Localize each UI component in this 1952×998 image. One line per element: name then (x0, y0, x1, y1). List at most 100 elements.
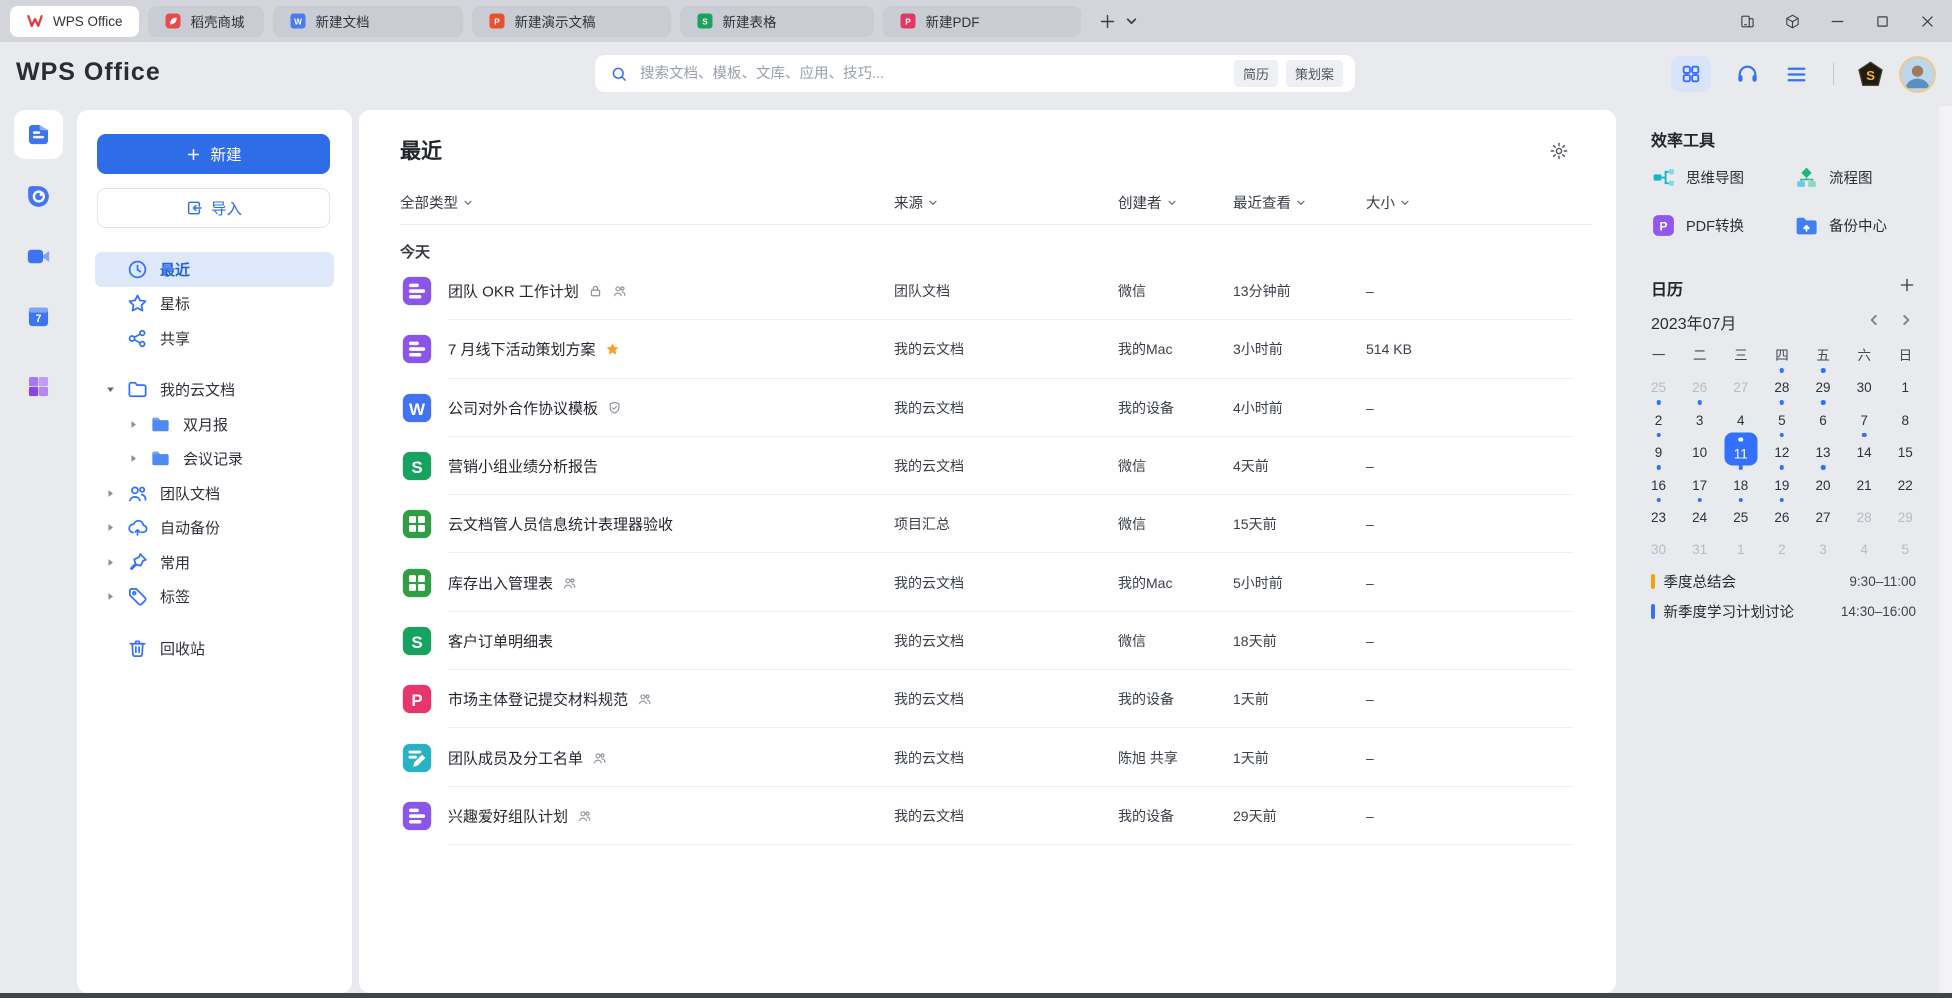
calendar-day[interactable]: 22 (1885, 464, 1926, 496)
filter-0[interactable]: 全部类型 (400, 192, 473, 213)
calendar-day[interactable]: 26 (1761, 497, 1802, 529)
calendar-day[interactable]: 8 (1885, 399, 1926, 431)
calendar-day[interactable]: 9 (1638, 432, 1679, 464)
file-row[interactable]: 团队成员及分工名单我的云文档陈旭 共享1天前– (359, 728, 1616, 786)
filter-4[interactable]: 大小 (1366, 192, 1410, 213)
tree-right-arrow-icon[interactable] (101, 592, 126, 601)
file-row[interactable]: 兴趣爱好组队计划我的云文档我的设备29天前– (359, 787, 1616, 845)
sidebar-item-folder[interactable]: 双月报 (95, 407, 334, 442)
calendar-day-selected[interactable]: 11 (1720, 432, 1761, 464)
calendar-day[interactable]: 5 (1761, 399, 1802, 431)
sidebar-item-folder-open[interactable]: 我的云文档 (95, 373, 334, 408)
file-row[interactable]: S客户订单明细表我的云文档微信18天前– (359, 612, 1616, 670)
global-search-bar[interactable]: 简历策划案 (595, 55, 1355, 92)
calendar-day[interactable]: 31 (1679, 529, 1720, 561)
file-row[interactable]: S营销小组业绩分析报告我的云文档微信4天前– (359, 437, 1616, 495)
tab-home[interactable]: WPS Office (10, 6, 139, 37)
sidebar-item-folder[interactable]: 会议记录 (95, 442, 334, 477)
calendar-day[interactable]: 15 (1885, 432, 1926, 464)
file-row[interactable]: 7 月线下活动策划方案我的云文档我的Mac3小时前514 KB (359, 320, 1616, 378)
calendar-day[interactable]: 25 (1720, 497, 1761, 529)
calendar-next-button[interactable] (1899, 313, 1913, 327)
sidebar-item-clock[interactable]: 最近 (95, 252, 334, 287)
calendar-day[interactable]: 13 (1803, 432, 1844, 464)
sidebar-item-team[interactable]: 团队文档 (95, 476, 334, 511)
file-row[interactable]: 库存出入管理表我的云文档我的Mac5小时前– (359, 553, 1616, 611)
rail-apps-icon[interactable] (14, 362, 63, 411)
cube-window-button[interactable] (1784, 13, 1801, 30)
tree-right-arrow-icon[interactable] (124, 454, 149, 463)
scrollbar-track[interactable] (1939, 106, 1952, 993)
search-chip[interactable]: 简历 (1234, 60, 1278, 87)
file-row[interactable]: 云文档管人员信息统计表理器验收项目汇总微信15天前– (359, 495, 1616, 553)
tab-document-4[interactable]: S新建表格 (680, 6, 874, 37)
calendar-day[interactable]: 2 (1638, 399, 1679, 431)
calendar-day[interactable]: 28 (1844, 497, 1885, 529)
member-svip-badge[interactable]: S (1856, 60, 1885, 89)
tab-list-chevron-down-icon[interactable] (1125, 15, 1138, 28)
calendar-day[interactable]: 3 (1679, 399, 1720, 431)
sidebar-item-share[interactable]: 共享 (95, 321, 334, 356)
filter-3[interactable]: 最近查看 (1233, 192, 1306, 213)
tree-right-arrow-icon[interactable] (101, 489, 126, 498)
calendar-day[interactable]: 26 (1679, 367, 1720, 399)
file-row[interactable]: P市场主体登记提交材料规范我的云文档我的设备1天前– (359, 670, 1616, 728)
sidebar-item-trash[interactable]: 回收站 (95, 631, 334, 666)
sidebar-item-tag[interactable]: 标签 (95, 580, 334, 615)
tree-right-arrow-icon[interactable] (124, 420, 149, 429)
calendar-day[interactable]: 27 (1803, 497, 1844, 529)
calendar-day[interactable]: 10 (1679, 432, 1720, 464)
list-settings-gear-icon[interactable] (1549, 141, 1569, 161)
sidebar-item-pin[interactable]: 常用 (95, 545, 334, 580)
calendar-day[interactable]: 30 (1638, 529, 1679, 561)
sidebar-item-star[interactable]: 星标 (95, 287, 334, 322)
rail-docs-icon[interactable] (14, 110, 63, 159)
tool-mindmap[interactable]: 思维导图 (1651, 163, 1744, 191)
calendar-day[interactable]: 29 (1885, 497, 1926, 529)
file-row[interactable]: 团队 OKR 工作计划团队文档微信13分钟前– (359, 262, 1616, 320)
calendar-day[interactable]: 4 (1720, 399, 1761, 431)
rail-meeting-icon[interactable] (14, 232, 63, 281)
calendar-day[interactable]: 24 (1679, 497, 1720, 529)
calendar-day[interactable]: 25 (1638, 367, 1679, 399)
new-tab-button[interactable] (1098, 12, 1117, 31)
tab-document-2[interactable]: W新建文档 (273, 6, 463, 37)
calendar-day[interactable]: 4 (1844, 529, 1885, 561)
calendar-day[interactable]: 21 (1844, 464, 1885, 496)
calendar-day[interactable]: 18 (1720, 464, 1761, 496)
rail-chat-icon[interactable] (14, 172, 63, 221)
calendar-day[interactable]: 16 (1638, 464, 1679, 496)
calendar-day[interactable]: 27 (1720, 367, 1761, 399)
minimize-window-button[interactable] (1829, 13, 1846, 30)
add-event-button[interactable] (1898, 276, 1916, 294)
calendar-day[interactable]: 6 (1803, 399, 1844, 431)
import-button[interactable]: 导入 (97, 188, 330, 228)
tab-document-5[interactable]: P新建PDF (883, 6, 1081, 37)
support-headset-button[interactable] (1735, 62, 1760, 87)
calendar-day[interactable]: 28 (1761, 367, 1802, 399)
calendar-event[interactable]: 季度总结会9:30–11:00 (1651, 566, 1916, 596)
calendar-day[interactable]: 2 (1761, 529, 1802, 561)
file-row[interactable]: W公司对外合作协议模板我的云文档我的设备4小时前– (359, 379, 1616, 437)
tab-document-1[interactable]: 稻壳商城 (148, 6, 264, 37)
main-menu-button[interactable] (1784, 62, 1809, 87)
tool-pdf-convert[interactable]: PPDF转换 (1651, 211, 1744, 239)
calendar-day[interactable]: 7 (1844, 399, 1885, 431)
close-window-button[interactable] (1919, 13, 1936, 30)
calendar-day[interactable]: 3 (1803, 529, 1844, 561)
tree-right-arrow-icon[interactable] (101, 523, 126, 532)
calendar-day[interactable]: 5 (1885, 529, 1926, 561)
calendar-day[interactable]: 20 (1803, 464, 1844, 496)
calendar-day[interactable]: 14 (1844, 432, 1885, 464)
tab-document-3[interactable]: P新建演示文稿 (472, 6, 671, 37)
maximize-window-button[interactable] (1874, 13, 1891, 30)
tool-flowchart[interactable]: 流程图 (1794, 163, 1873, 191)
device-window-button[interactable] (1739, 13, 1756, 30)
tool-backup[interactable]: 备份中心 (1794, 211, 1887, 239)
search-input[interactable] (638, 65, 1226, 83)
tree-right-arrow-icon[interactable] (101, 558, 126, 567)
calendar-day[interactable]: 30 (1844, 367, 1885, 399)
filter-1[interactable]: 来源 (894, 192, 938, 213)
calendar-day[interactable]: 23 (1638, 497, 1679, 529)
calendar-day[interactable]: 29 (1803, 367, 1844, 399)
